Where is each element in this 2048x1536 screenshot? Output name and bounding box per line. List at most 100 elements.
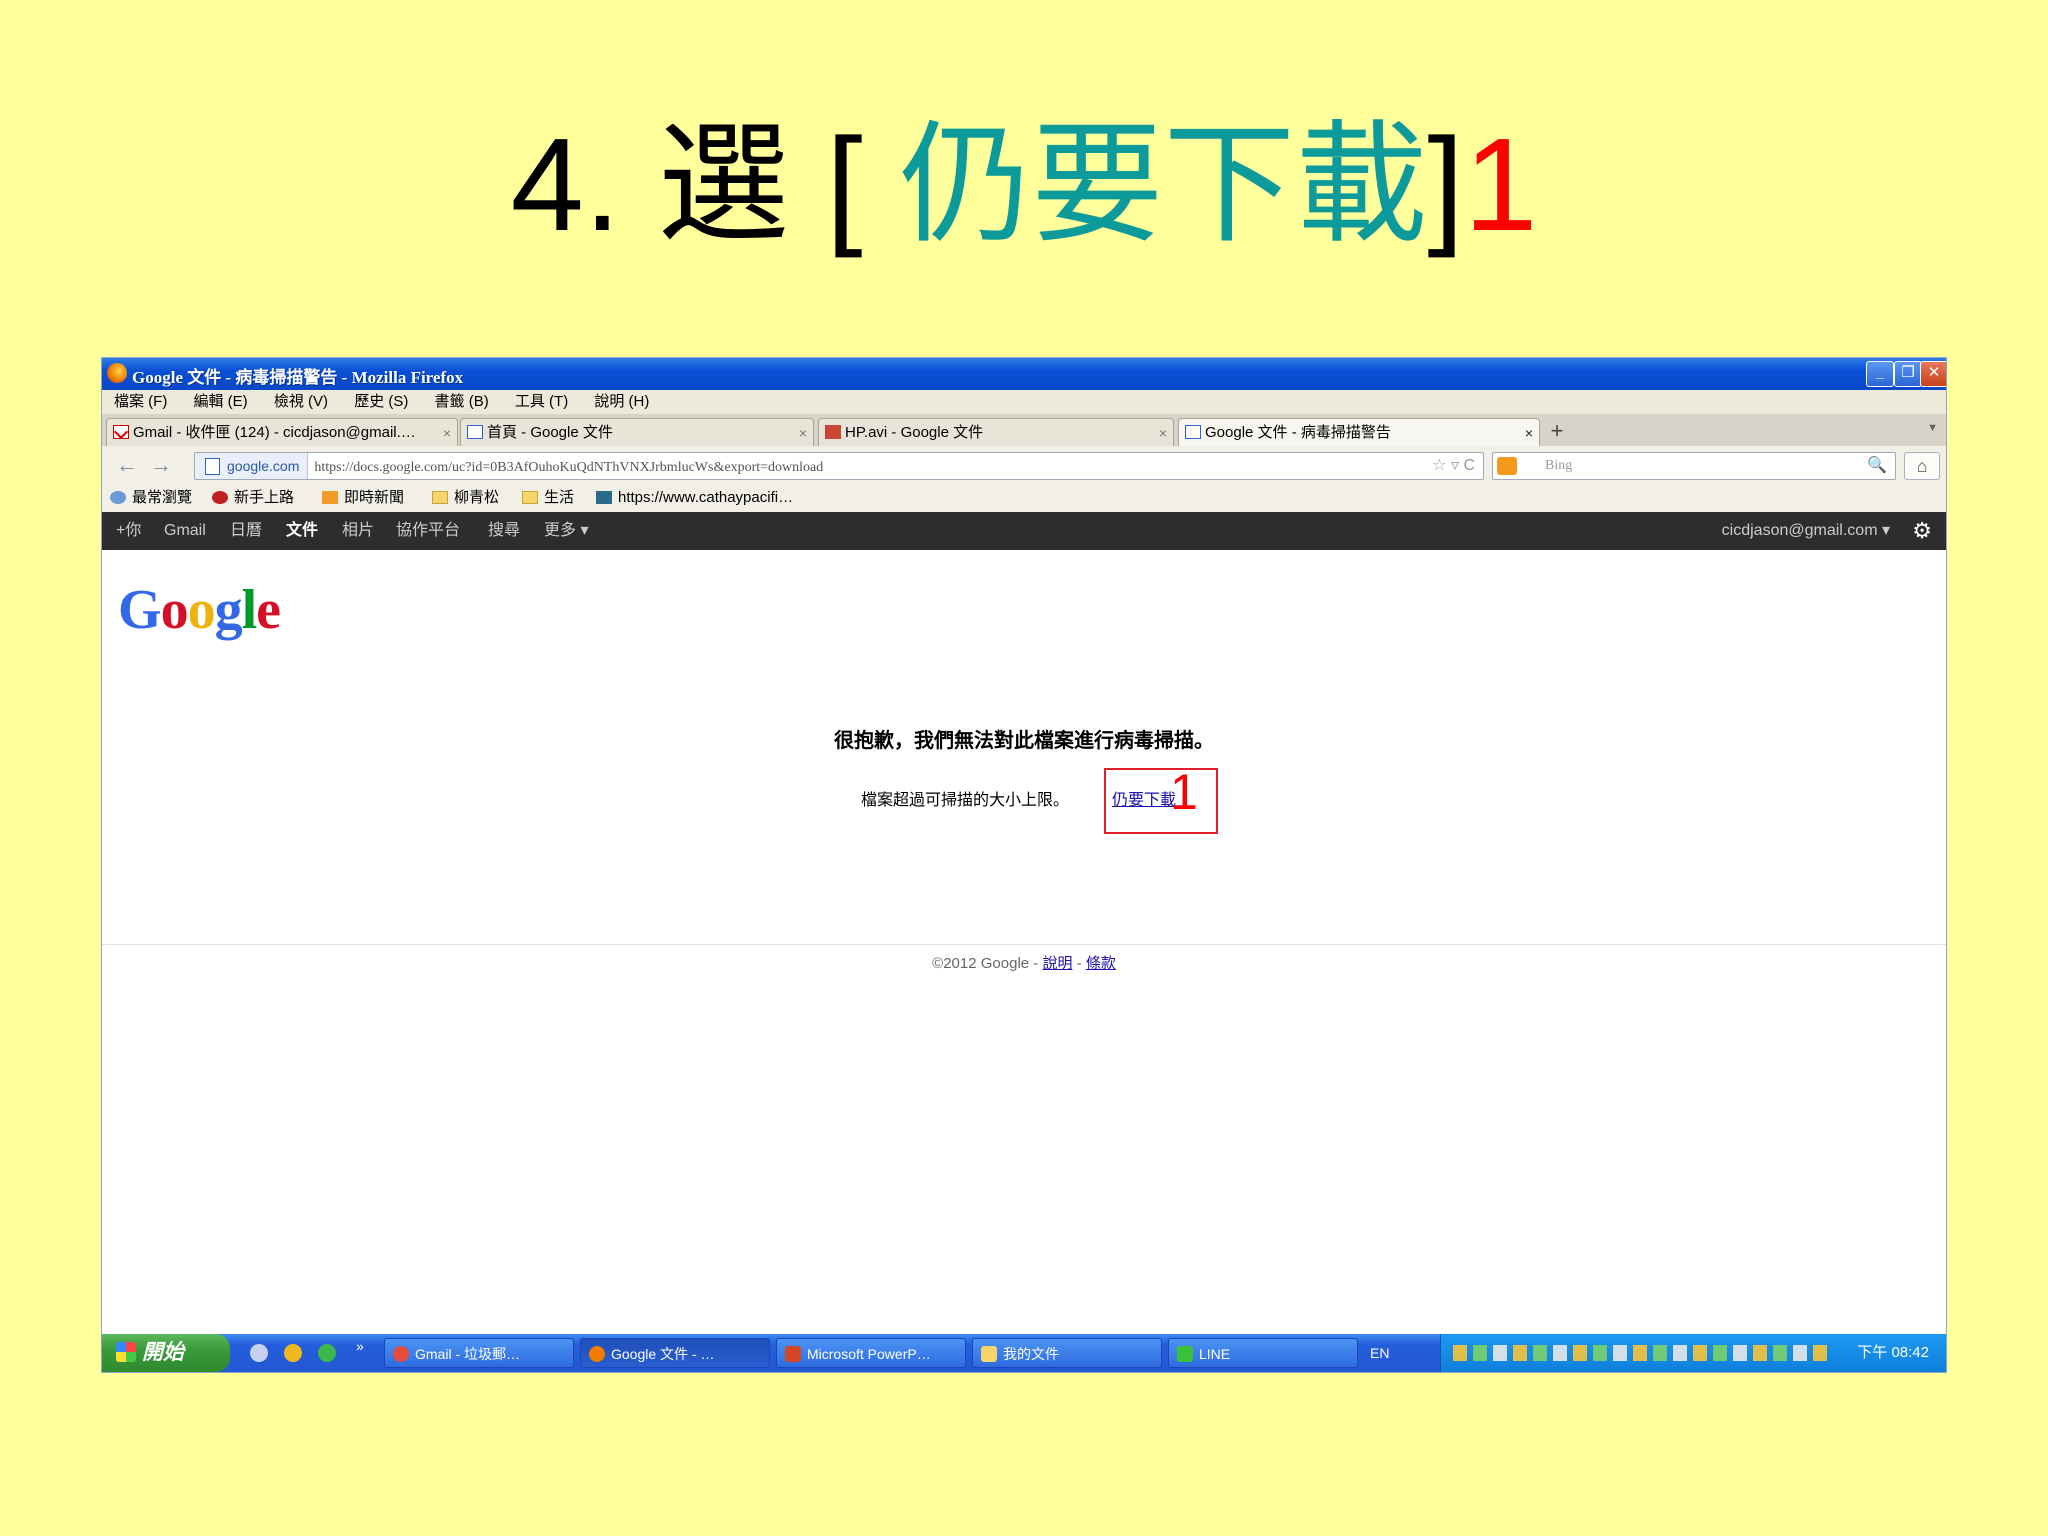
task-label: 我的文件	[1003, 1346, 1059, 1362]
menu-tools[interactable]: 工具 (T)	[515, 390, 568, 414]
task-label: LINE	[1199, 1346, 1231, 1362]
account-menu[interactable]: cicdjason@gmail.com ▾	[1722, 512, 1890, 550]
google-logo[interactable]: Google	[118, 578, 281, 642]
tab-close-icon[interactable]: ×	[443, 419, 451, 447]
logo-letter: o	[187, 579, 216, 641]
tab-close-icon[interactable]: ×	[799, 419, 807, 447]
start-button[interactable]: 開始	[102, 1334, 230, 1372]
page-footer: ©2012 Google - 說明 - 條款	[102, 952, 1946, 973]
bookmark-getting-started[interactable]: 新手上路	[212, 484, 294, 512]
rss-icon	[322, 491, 338, 504]
tab-docs-home[interactable]: 首頁 - Google 文件 ×	[460, 418, 814, 447]
clock[interactable]: 下午 08:42	[1857, 1334, 1929, 1372]
gbar-gmail[interactable]: Gmail	[164, 512, 206, 550]
search-icon[interactable]: 🔍	[1867, 453, 1887, 479]
gbar-search[interactable]: 搜尋	[488, 512, 520, 550]
tab-list-chevron-icon[interactable]: ▼	[1927, 422, 1938, 434]
tab-gmail[interactable]: Gmail - 收件匣 (124) - cicdjason@gmail.… ×	[106, 418, 458, 447]
gbar-more[interactable]: 更多 ▾	[544, 512, 588, 550]
cathay-icon	[596, 491, 612, 504]
tray-icons[interactable]	[1453, 1345, 1833, 1361]
windows-taskbar: 開始 » Gmail - 垃圾郵… Google 文件 - … Microsof…	[102, 1334, 1946, 1372]
gmail-icon	[113, 425, 129, 439]
slide-title-step: 1	[1464, 111, 1538, 258]
gbar-calendar[interactable]: 日曆	[230, 512, 262, 550]
forward-button[interactable]: →	[150, 452, 172, 478]
url-text[interactable]: https://docs.google.com/uc?id=0B3AfOuhoK…	[308, 460, 823, 475]
folder-icon	[981, 1346, 997, 1362]
task-powerpoint[interactable]: Microsoft PowerP…	[776, 1338, 966, 1368]
quicklaunch-chevron[interactable]: »	[356, 1338, 364, 1354]
url-bar[interactable]: google.com https://docs.google.com/uc?id=…	[194, 452, 1484, 480]
browser-screenshot: Google 文件 - 病毒掃描警告 - Mozilla Firefox _ ❐…	[102, 358, 1946, 1372]
slide-title-highlight: 仍要下載	[899, 111, 1428, 258]
language-indicator[interactable]: EN	[1370, 1334, 1389, 1372]
logo-letter: g	[214, 579, 243, 641]
bookmark-folder-life[interactable]: 生活	[522, 484, 574, 512]
url-bar-icons[interactable]: ☆ ▿ C	[1432, 453, 1475, 479]
logo-letter: l	[241, 579, 258, 641]
slide-title: 4. 選 [ 仍要下載]1	[0, 110, 2048, 260]
tab-close-icon[interactable]: ×	[1525, 419, 1533, 447]
minimize-button[interactable]: _	[1866, 361, 1894, 387]
new-tab-button[interactable]: +	[1542, 418, 1572, 446]
start-label: 開始	[142, 1341, 184, 1364]
bookmark-label: 新手上路	[234, 489, 295, 506]
firefox-icon	[107, 363, 127, 383]
menu-help[interactable]: 說明 (H)	[594, 390, 649, 414]
tab-hp-avi[interactable]: HP.avi - Google 文件 ×	[818, 418, 1174, 447]
gbar-sites[interactable]: 協作平台	[396, 512, 460, 550]
doc-icon	[467, 425, 483, 439]
window-title: Google 文件 - 病毒掃描警告 - Mozilla Firefox	[132, 368, 464, 387]
task-gmail[interactable]: Gmail - 垃圾郵…	[384, 1338, 574, 1368]
terms-link[interactable]: 條款	[1086, 955, 1116, 972]
bookmark-cathay[interactable]: https://www.cathaypacifi…	[596, 484, 793, 512]
quicklaunch-icon[interactable]	[318, 1344, 336, 1362]
quicklaunch-icon[interactable]	[284, 1344, 302, 1362]
close-button[interactable]: ✕	[1920, 361, 1946, 387]
bing-engine-icon[interactable]	[1497, 457, 1517, 475]
gbar-documents[interactable]: 文件	[286, 512, 318, 550]
restore-button[interactable]: ❐	[1894, 361, 1922, 387]
logo-letter: G	[118, 579, 162, 641]
bookmark-folder-liu[interactable]: 柳青松	[432, 484, 499, 512]
highlight-box	[1104, 768, 1218, 834]
warning-heading: 很抱歉，我們無法對此檔案進行病毒掃描。	[834, 730, 1214, 752]
step-annotation: 1	[1170, 764, 1198, 820]
bookmark-label: https://www.cathaypacifi…	[618, 489, 794, 506]
bookmark-most-visited[interactable]: 最常瀏覽	[110, 484, 192, 512]
bookmark-label: 柳青松	[454, 489, 500, 506]
menu-file[interactable]: 檔案 (F)	[114, 390, 167, 414]
task-google-docs[interactable]: Google 文件 - …	[580, 1338, 770, 1368]
tab-virus-warning[interactable]: Google 文件 - 病毒掃描警告 ×	[1178, 418, 1540, 448]
footer-divider	[102, 944, 1946, 945]
back-button[interactable]: ←	[116, 452, 138, 478]
copyright-text: ©2012 Google -	[932, 955, 1043, 972]
help-link[interactable]: 說明	[1042, 955, 1072, 972]
menu-history[interactable]: 歷史 (S)	[354, 390, 408, 414]
firefox-bookmark-icon	[212, 491, 228, 504]
window-titlebar[interactable]: Google 文件 - 病毒掃描警告 - Mozilla Firefox _ ❐…	[102, 358, 1946, 390]
task-label: Gmail - 垃圾郵…	[415, 1346, 520, 1362]
quicklaunch-icon[interactable]	[250, 1344, 268, 1362]
task-my-documents[interactable]: 我的文件	[972, 1338, 1162, 1368]
navigation-bar: ← → google.com https://docs.google.com/uc…	[102, 446, 1946, 484]
tab-close-icon[interactable]: ×	[1159, 419, 1167, 447]
home-button[interactable]: ⌂	[1904, 452, 1940, 480]
gbar-photos[interactable]: 相片	[342, 512, 374, 550]
windows-flag-icon	[116, 1342, 136, 1362]
menu-bookmarks[interactable]: 書籤 (B)	[435, 390, 489, 414]
gear-icon[interactable]: ⚙	[1912, 512, 1932, 550]
firefox-icon	[589, 1346, 605, 1362]
menu-view[interactable]: 檢視 (V)	[274, 390, 328, 414]
task-label: Microsoft PowerP…	[807, 1346, 931, 1362]
most-visited-icon	[110, 491, 126, 504]
tab-label: HP.avi - Google 文件	[845, 424, 984, 441]
site-identity[interactable]: google.com	[195, 453, 309, 479]
search-input[interactable]: Bing 🔍	[1492, 452, 1896, 480]
task-line[interactable]: LINE	[1168, 1338, 1358, 1368]
menu-edit[interactable]: 編輯 (E)	[194, 390, 248, 414]
bookmark-news[interactable]: 即時新聞	[322, 484, 404, 512]
folder-icon	[522, 491, 538, 504]
gbar-plus[interactable]: +你	[116, 512, 141, 550]
